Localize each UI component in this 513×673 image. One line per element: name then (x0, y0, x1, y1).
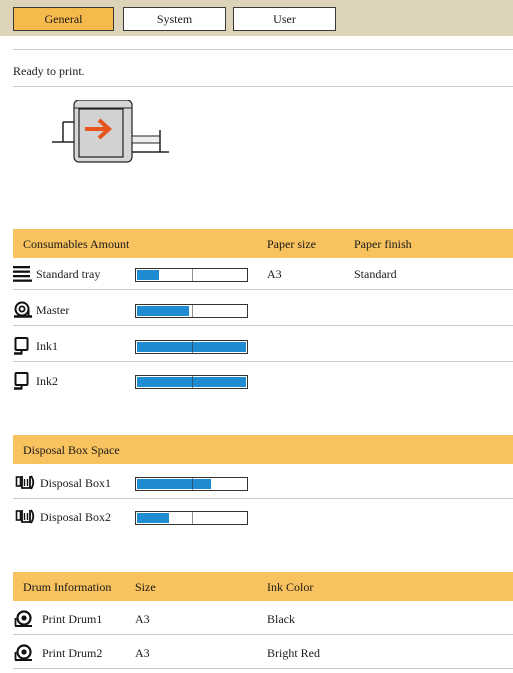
paper-size-header: Paper size (267, 237, 316, 251)
drum-size-value: A3 (135, 612, 150, 626)
disposal-box-icon (15, 475, 35, 490)
paper-finish-header: Paper finish (354, 237, 412, 251)
tab-bar: General System User (0, 0, 513, 36)
level-fill (137, 306, 189, 316)
drum-size-header: Size (135, 580, 156, 594)
level-bar (135, 340, 248, 354)
bar-tick (192, 269, 193, 281)
bar-tick (192, 478, 193, 490)
ink-cartridge-icon (14, 337, 29, 355)
paper-finish-value: Standard (354, 267, 397, 281)
ink-color-value: Black (267, 612, 295, 626)
drum-header: Drum Information Size Ink Color (13, 572, 513, 601)
tab-system[interactable]: System (123, 7, 226, 31)
bar-tick (192, 305, 193, 317)
printer-illustration (52, 100, 169, 163)
consumable-row-ink2: Ink2 (13, 365, 513, 397)
consumables-header: Consumables Amount Paper size Paper fini… (13, 229, 513, 258)
disposal-box-icon (15, 509, 35, 524)
drum-icon (14, 610, 32, 627)
drum-row-2: Print Drum2 A3 Bright Red (13, 637, 513, 669)
tab-general[interactable]: General (13, 7, 114, 31)
consumable-row-standard-tray: Standard tray A3 Standard (13, 258, 513, 290)
tab-user[interactable]: User (233, 7, 336, 31)
consumable-label: Ink2 (36, 374, 58, 388)
consumable-label: Ink1 (36, 339, 58, 353)
ink-color-header: Ink Color (267, 580, 314, 594)
divider (13, 86, 513, 87)
consumable-row-master: Master (13, 294, 513, 326)
disposal-row-box2: Disposal Box2 (13, 501, 513, 533)
consumable-row-ink1: Ink1 (13, 330, 513, 362)
bar-tick (192, 376, 193, 388)
master-roll-icon (14, 301, 32, 318)
level-fill (137, 270, 159, 280)
disposal-title: Disposal Box Space (23, 443, 120, 457)
ink-cartridge-icon (14, 372, 29, 390)
level-bar (135, 304, 248, 318)
status-text: Ready to print. (13, 64, 85, 78)
consumable-label: Master (36, 303, 70, 317)
level-bar (135, 268, 248, 282)
paper-tray-icon (13, 266, 32, 282)
level-bar (135, 511, 248, 525)
consumables-title: Consumables Amount (23, 237, 130, 251)
disposal-label: Disposal Box2 (40, 510, 112, 524)
divider (13, 49, 513, 50)
level-fill (137, 513, 169, 523)
drum-row-1: Print Drum1 A3 Black (13, 603, 513, 635)
disposal-header: Disposal Box Space (13, 435, 513, 464)
bar-tick (192, 512, 193, 524)
paper-size-value: A3 (267, 267, 282, 281)
level-fill (137, 479, 211, 489)
level-bar (135, 477, 248, 491)
drum-icon (14, 644, 32, 661)
ink-color-value: Bright Red (267, 646, 320, 660)
disposal-row-box1: Disposal Box1 (13, 467, 513, 499)
drum-label: Print Drum1 (42, 612, 103, 626)
consumable-label: Standard tray (36, 267, 101, 281)
drum-size-value: A3 (135, 646, 150, 660)
level-bar (135, 375, 248, 389)
bar-tick (192, 341, 193, 353)
disposal-label: Disposal Box1 (40, 476, 112, 490)
drum-label: Print Drum2 (42, 646, 103, 660)
drum-title: Drum Information (23, 580, 112, 594)
